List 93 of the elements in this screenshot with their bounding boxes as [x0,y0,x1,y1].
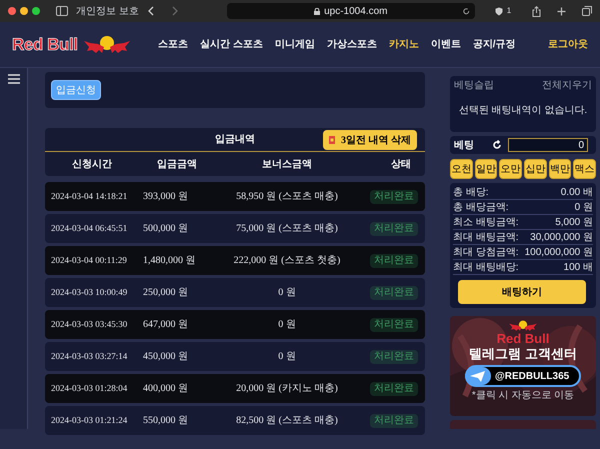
summary-value: 0.00 배 [560,186,593,200]
table-cell-text: 0 원 [277,350,297,364]
summary-value: 30,000,000 원 [530,230,593,244]
sidebar-icon[interactable] [56,6,68,16]
table-cell-text: 500,000 원 [142,222,189,236]
privacy-label: 개인정보 보호 [76,4,139,18]
table-cell-text: 2024-03-03 03:45:30 [50,318,128,331]
lock-icon [314,8,320,14]
nav-link[interactable]: 이벤트 [430,37,461,52]
nav-link[interactable]: 스포츠 [158,37,188,52]
reload-icon[interactable] [462,8,470,14]
nav-link[interactable]: 실시간 스포츠 [200,37,263,52]
summary-label: 최대 당첨금액: [453,246,519,260]
table-cell-text: 2024-03-04 00:11:29 [50,254,128,267]
table-cell-text: 1,480,000 원 [142,254,196,268]
share-icon[interactable] [532,6,541,16]
column-header: 입금금액 [156,158,198,172]
new-tab-icon[interactable] [557,6,566,16]
nav-link[interactable]: 공지/규정 [472,37,516,52]
column-header: 보너스금액 [261,158,313,172]
shield-icon[interactable] [494,6,503,16]
status-badge: 처리완료 [370,414,418,428]
quick-amount-button[interactable]: 맥스 [573,159,596,179]
table-cell-text: 222,000 원 (스포츠 첫충) [232,254,342,268]
table-cell-text: 0 원 [277,286,297,300]
table-cell-text: 647,000 원 [142,318,189,332]
status-badge: 처리완료 [370,318,418,332]
table-cell-text: 75,000 원 (스포츠 매충) [235,222,339,236]
place-bet-button[interactable]: 배팅하기 [458,280,586,304]
nav-link[interactable]: 가상스포츠 [326,37,377,52]
banner-title: 텔레그램 고객센터 [469,346,577,362]
table-cell-text: 2024-03-04 06:45:51 [50,222,128,235]
table-cell-text: 2024-03-03 01:21:24 [50,414,128,427]
column-header: 상태 [390,158,412,172]
nav-link[interactable]: 미니게임 [274,37,315,52]
table-cell-text: 58,950 원 (스포츠 매충) [235,190,339,204]
summary-value: 0 원 [574,200,593,214]
refresh-icon[interactable] [492,140,502,150]
history-title: 입금내역 [215,133,255,147]
paper-plane-icon [465,367,491,385]
shield-count: 1 [506,5,512,17]
column-header: 신청시간 [71,158,113,172]
summary-value: 100 배 [564,260,593,274]
table-cell-text: 393,000 원 [142,190,189,204]
quick-amount-button[interactable]: 오만 [499,159,522,179]
summary-label: 최소 배팅금액: [453,216,519,230]
table-cell-text: 400,000 원 [142,382,189,396]
summary-label: 최대 배팅배당: [453,260,519,274]
bulls-logo-icon [82,34,132,54]
bet-amount-field[interactable]: 0 [508,138,588,152]
bet-label: 베팅 [454,138,474,152]
banner-note: *클릭 시 자동으로 이동 [472,389,574,403]
table-cell-text: 250,000 원 [142,286,189,300]
menu-icon[interactable] [8,74,20,84]
summary-label: 총 배당: [453,186,489,200]
bet-slip-title: 베팅슬립 [454,79,494,93]
telegram-banner[interactable]: Red Bull 텔레그램 고객센터 @REDBULL365 *클릭 시 자동으로 이동 [450,316,596,416]
clear-all-link[interactable]: 전체지우기 [542,78,592,93]
status-badge: 처리완료 [370,190,418,204]
summary-value: 5,000 원 [555,216,593,230]
brand-text: Red Bull [496,332,550,346]
quick-amount-button[interactable]: 십만 [524,159,547,179]
table-cell-text: 0 원 [277,318,297,332]
summary-value: 100,000,000 원 [524,246,593,260]
quick-amount-button[interactable]: 오천 [450,159,473,179]
table-cell-text: 450,000 원 [142,350,189,364]
tabs-icon[interactable] [582,6,592,16]
quick-amount-button[interactable]: 일만 [474,159,498,179]
status-badge: 처리완료 [370,254,418,268]
status-badge: 처리완료 [370,382,418,396]
telegram-handle: @REDBULL365 [495,370,570,384]
table-cell-text: 2024-03-03 03:27:14 [50,350,128,363]
table-cell-text: 2024-03-04 14:18:21 [50,190,128,203]
summary-label: 총 배당금액: [453,200,509,214]
forward-icon[interactable] [170,6,179,16]
table-cell-text: 2024-03-03 01:28:04 [50,382,128,395]
status-badge: 처리완료 [370,286,418,300]
table-cell-text: 82,500 원 (스포츠 매충) [235,414,339,428]
address-bar[interactable]: upc-1004.com [226,3,475,19]
status-badge: 처리완료 [370,222,418,236]
back-icon[interactable] [146,6,155,16]
table-cell-text: 550,000 원 [142,414,189,428]
summary-label: 최대 배팅금액: [453,230,519,244]
empty-message: 선택된 배팅내역이 없습니다. [458,104,588,118]
nav-link[interactable]: 카지노 [388,37,419,52]
quick-amount-button[interactable]: 백만 [548,159,572,179]
table-cell-text: 2024-03-03 10:00:49 [50,286,128,299]
delete-history-button[interactable]: 3일전 내역 삭제 [323,130,417,150]
logout-link[interactable]: 로그아웃 [548,37,588,52]
trash-icon [329,136,335,144]
status-badge: 처리완료 [370,350,418,364]
table-cell-text: 20,000 원 (카지노 매충) [235,382,339,396]
telegram-handle-pill[interactable]: @REDBULL365 [465,365,581,387]
